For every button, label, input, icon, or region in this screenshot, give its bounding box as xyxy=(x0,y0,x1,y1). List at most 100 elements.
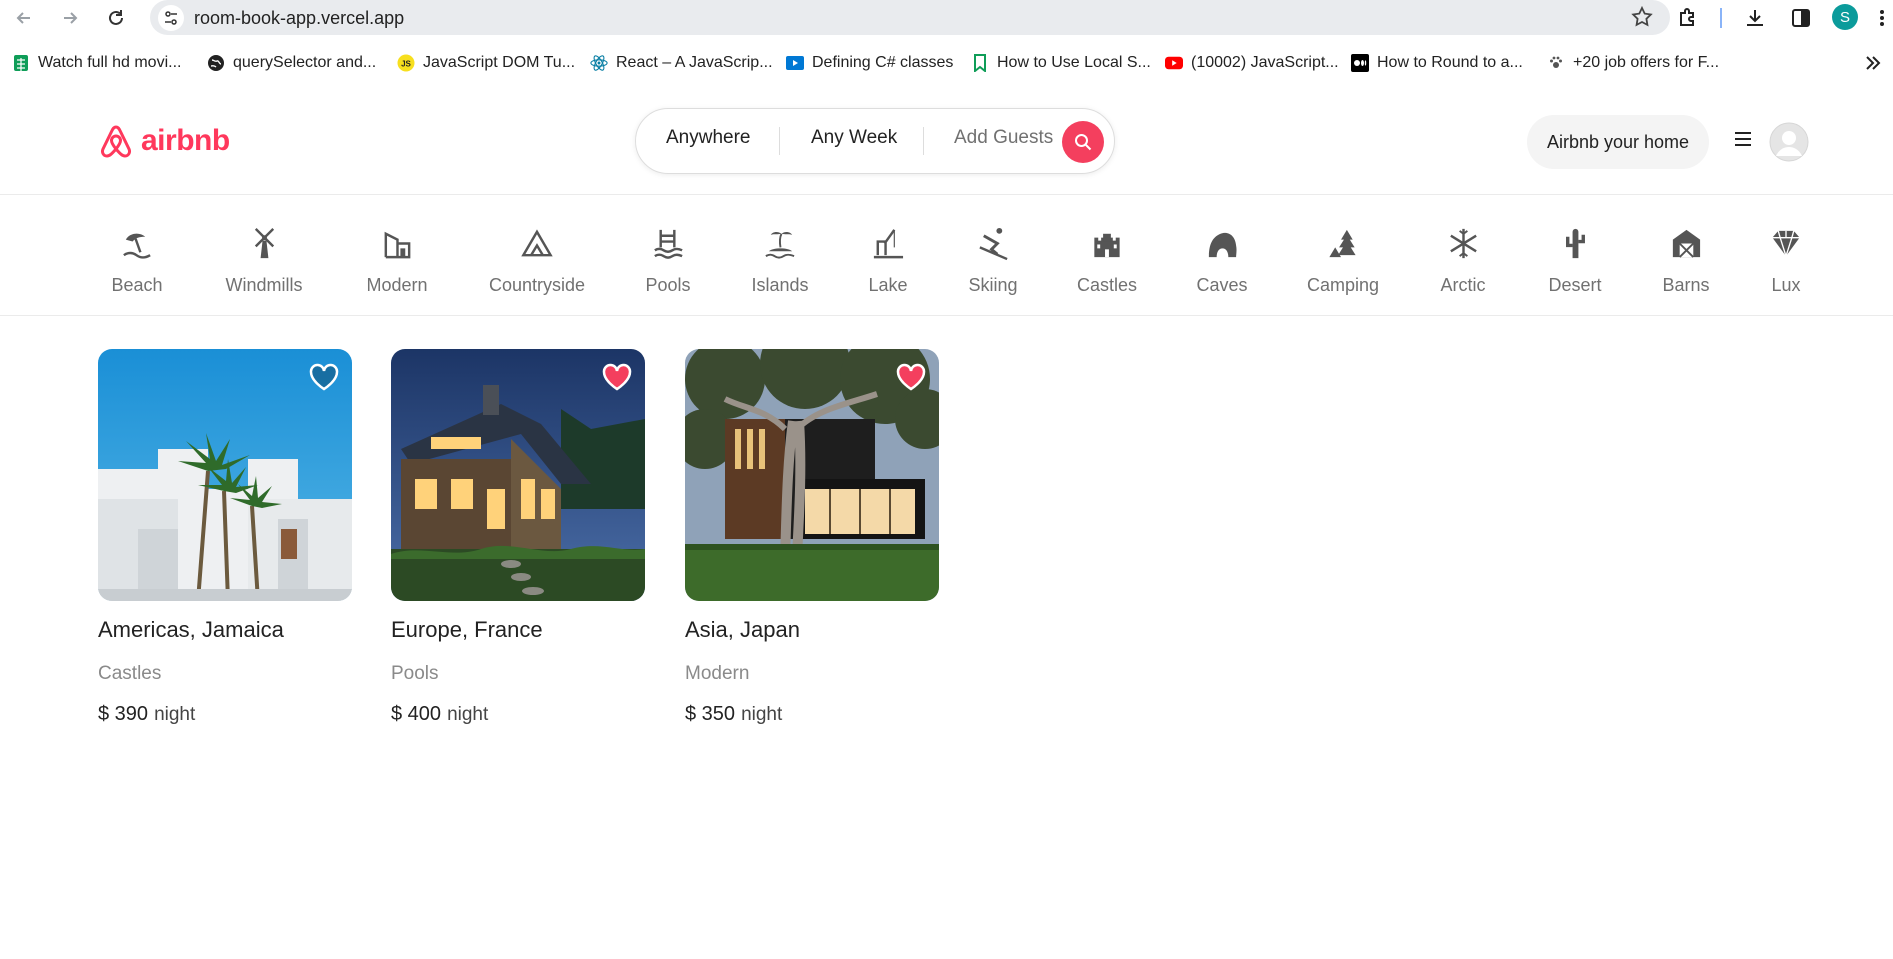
site-info-button[interactable] xyxy=(158,5,184,31)
barn-icon xyxy=(1672,229,1700,258)
snowflake-icon xyxy=(1449,228,1477,259)
address-url[interactable]: room-book-app.vercel.app xyxy=(194,8,404,29)
listing-category: Modern xyxy=(685,663,750,684)
bookmark-label: querySelector and... xyxy=(233,54,377,71)
arrow-left-icon xyxy=(16,12,30,24)
reload-icon xyxy=(109,10,123,25)
bookmark-item[interactable]: JS JavaScript DOM Tu... xyxy=(397,48,575,78)
bookmark-label: How to Round to a... xyxy=(1377,54,1523,71)
category-beach[interactable]: Beach xyxy=(111,226,163,296)
airbnb-your-home-button[interactable]: Airbnb your home xyxy=(1527,115,1709,169)
bookmark-item[interactable]: +20 job offers for F... xyxy=(1547,48,1719,78)
listing-card[interactable]: Europe, France Pools $ 400 night xyxy=(391,349,645,726)
bookmark-label: JavaScript DOM Tu... xyxy=(423,54,576,71)
listing-card[interactable]: Asia, Japan Modern $ 350 night xyxy=(685,349,939,726)
listing-price-unit: night xyxy=(154,704,196,725)
bookmark-star-button[interactable] xyxy=(1630,5,1654,29)
star-icon xyxy=(1631,5,1653,27)
category-pools[interactable]: Pools xyxy=(645,226,691,296)
toolbar-divider xyxy=(1720,8,1722,28)
profile-avatar[interactable]: S xyxy=(1832,4,1858,30)
bookmark-item[interactable]: Watch full hd movi... xyxy=(12,48,181,78)
user-placeholder-icon xyxy=(1769,122,1809,162)
downloads-button[interactable] xyxy=(1741,4,1769,32)
hamburger-menu-button[interactable] xyxy=(1733,130,1753,148)
category-modern[interactable]: Modern xyxy=(366,226,428,296)
skiing-icon xyxy=(978,227,1008,261)
bookmark-label: (10002) JavaScript... xyxy=(1191,54,1339,71)
search-bar[interactable]: Anywhere Any Week Add Guests xyxy=(635,108,1115,174)
bookmark-item[interactable]: How to Round to a... xyxy=(1351,48,1523,78)
category-arctic[interactable]: Arctic xyxy=(1441,226,1486,296)
back-button[interactable] xyxy=(10,4,38,32)
category-label: Islands xyxy=(751,275,809,295)
category-lake[interactable]: Lake xyxy=(868,226,908,296)
bookmarks-overflow-button[interactable] xyxy=(1862,52,1884,74)
user-avatar[interactable] xyxy=(1769,122,1809,162)
bookmark-item[interactable]: Defining C# classes xyxy=(786,48,953,78)
bookmark-item[interactable]: querySelector and... xyxy=(207,48,376,78)
category-lux[interactable]: Lux xyxy=(1768,226,1804,296)
site-header: airbnb Anywhere Any Week Add Guests Airb… xyxy=(0,90,1893,195)
listing-photo[interactable] xyxy=(685,349,939,601)
listing-price-unit: night xyxy=(741,704,783,725)
category-label: Windmills xyxy=(225,275,303,295)
bookmark-item[interactable]: React – A JavaScrip... xyxy=(590,48,773,78)
listing-price-row: $ 350 night xyxy=(685,703,939,726)
category-bar: Beach Windmills Modern Countryside Pools… xyxy=(0,196,1893,316)
address-bar[interactable]: room-book-app.vercel.app xyxy=(150,0,1670,35)
bookmark-green-icon xyxy=(971,54,989,72)
listing-photo[interactable] xyxy=(98,349,352,601)
listing-price-unit: night xyxy=(447,704,489,725)
chevron-double-right-icon xyxy=(1866,56,1881,70)
beach-icon xyxy=(122,233,151,259)
video-icon xyxy=(786,54,804,72)
bookmark-item[interactable]: (10002) JavaScript... xyxy=(1165,48,1339,78)
category-skiing[interactable]: Skiing xyxy=(968,226,1018,296)
category-label: Desert xyxy=(1548,275,1602,295)
castle-icon xyxy=(1094,233,1120,258)
bookmark-label: +20 job offers for F... xyxy=(1573,54,1720,71)
category-camping[interactable]: Camping xyxy=(1307,226,1379,296)
category-islands[interactable]: Islands xyxy=(751,226,809,296)
category-label: Modern xyxy=(366,275,428,295)
heart-outline-icon[interactable] xyxy=(308,361,340,393)
category-caves[interactable]: Caves xyxy=(1196,226,1248,296)
category-label: Barns xyxy=(1662,275,1710,295)
category-barns[interactable]: Barns xyxy=(1662,226,1710,296)
search-any-week[interactable]: Any Week xyxy=(811,127,897,149)
listing-price: $ 390 xyxy=(98,703,149,725)
airbnb-logo[interactable]: airbnb xyxy=(97,121,230,161)
side-panel-button[interactable] xyxy=(1787,4,1815,32)
search-divider xyxy=(779,127,780,155)
browser-menu-button[interactable] xyxy=(1872,4,1892,32)
search-button[interactable] xyxy=(1062,121,1104,163)
kebab-menu-icon xyxy=(1880,10,1884,26)
listing-photo[interactable] xyxy=(391,349,645,601)
svg-text:JS: JS xyxy=(401,60,411,69)
reload-button[interactable] xyxy=(102,4,130,32)
listing-card[interactable]: Americas, Jamaica Castles $ 390 night xyxy=(98,349,352,726)
category-desert[interactable]: Desert xyxy=(1548,226,1602,296)
category-castles[interactable]: Castles xyxy=(1077,226,1137,296)
globe-icon xyxy=(207,54,225,72)
category-countryside[interactable]: Countryside xyxy=(489,226,585,296)
bookmark-item[interactable]: How to Use Local S... xyxy=(971,48,1151,78)
camping-icon xyxy=(1329,229,1356,258)
heart-filled-icon[interactable] xyxy=(895,361,927,393)
search-anywhere[interactable]: Anywhere xyxy=(666,127,751,149)
category-windmills[interactable]: Windmills xyxy=(225,226,303,296)
youtube-icon xyxy=(1165,54,1183,72)
fishing-icon xyxy=(873,229,903,259)
search-add-guests[interactable]: Add Guests xyxy=(954,127,1053,149)
listing-category: Castles xyxy=(98,663,162,684)
listing-location: Americas, Jamaica xyxy=(98,617,284,642)
category-label: Arctic xyxy=(1440,275,1486,295)
forward-button[interactable] xyxy=(56,4,84,32)
heart-filled-icon[interactable] xyxy=(601,361,633,393)
bookmark-label: Defining C# classes xyxy=(812,54,954,71)
sheets-icon xyxy=(12,54,30,72)
listing-price-row: $ 400 night xyxy=(391,703,645,726)
extensions-button[interactable] xyxy=(1674,4,1702,32)
cactus-icon xyxy=(1565,228,1585,259)
